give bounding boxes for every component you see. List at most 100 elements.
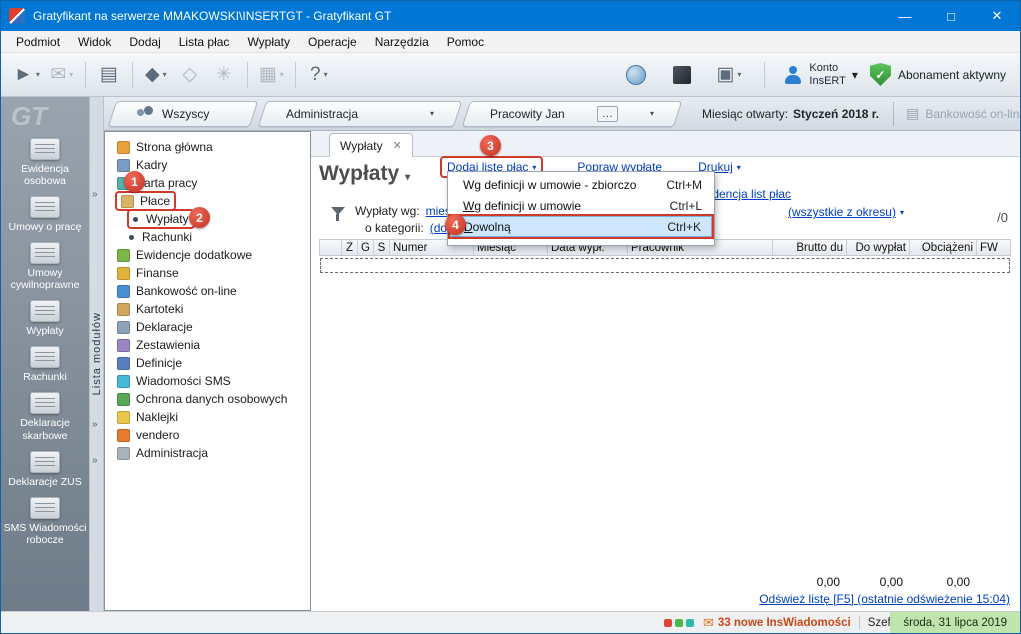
column-header-z[interactable]: Z <box>342 240 358 255</box>
tree-item-ochrona-danych[interactable]: Ochrona danych osobowych <box>105 390 310 408</box>
module-ewidencja-osobowa[interactable]: Ewidencja osobowa <box>3 138 87 187</box>
menu-podmiot[interactable]: Podmiot <box>7 32 69 52</box>
package-button[interactable] <box>665 58 699 92</box>
row-selector-header <box>320 240 342 255</box>
subscription-status[interactable]: ✓ Abonament aktywny <box>870 63 1006 86</box>
separator <box>893 102 894 126</box>
tree-item-place[interactable]: Płace <box>105 192 310 210</box>
payroll-icon <box>121 195 134 208</box>
minimize-button[interactable]: — <box>882 1 928 31</box>
tree-item-wiadomosci-sms[interactable]: Wiadomości SMS <box>105 372 310 390</box>
ins-messages-link[interactable]: 33 nowe InsWiadomości <box>718 617 851 629</box>
page-title[interactable]: Wypłaty ▾ <box>319 162 410 186</box>
toolbar-separator <box>247 62 248 88</box>
context-tab-wszyscy[interactable]: Wszyscy <box>112 101 254 127</box>
menu-item-wg-definicji[interactable]: Wg definicji w umowie Ctrl+L <box>450 195 712 216</box>
content-tab-wyplaty[interactable]: Wypłaty ✕ <box>329 133 413 157</box>
close-tab-icon[interactable]: ✕ <box>393 139 402 152</box>
tree-item-strona-glowna[interactable]: Strona główna <box>105 138 310 156</box>
help-button[interactable]: ? ▾ <box>302 58 336 92</box>
home-icon <box>117 141 130 154</box>
empty-focus-row[interactable] <box>320 258 1010 273</box>
tree-item-zestawienia[interactable]: Zestawienia <box>105 336 310 354</box>
browse-employee-button[interactable]: … <box>597 106 618 122</box>
open-month-label: Miesiąc otwarty: <box>702 107 788 121</box>
content-tab-label: Wypłaty <box>340 139 383 153</box>
chevron-right-icon: » <box>92 455 98 466</box>
app-icon <box>9 8 25 24</box>
module-deklaracje-skarbowe[interactable]: Deklaracje skarbowe <box>3 392 87 441</box>
online-services-button[interactable] <box>619 58 653 92</box>
module-sms-wiadomosci[interactable]: SMS Wiadomości robocze <box>3 497 87 546</box>
tag-button[interactable]: ◆ ▾ <box>139 58 173 92</box>
main-content: Wypłaty ✕ Wypłaty ▾ Dodaj listę płac ▾ P… <box>311 131 1020 611</box>
chevron-down-icon: ▾ <box>900 208 904 217</box>
menu-pomoc[interactable]: Pomoc <box>438 32 493 52</box>
toolbar-separator <box>295 62 296 88</box>
context-tab-administracja[interactable]: Administracja ▾ <box>262 101 458 127</box>
module-list-strip[interactable]: » Lista modułów » » <box>89 97 104 611</box>
tree-item-kartoteki[interactable]: Kartoteki <box>105 300 310 318</box>
menu-dodaj[interactable]: Dodaj <box>120 32 169 52</box>
tree-item-deklaracje[interactable]: Deklaracje <box>105 318 310 336</box>
column-header-brutto[interactable]: Brutto du <box>773 240 847 255</box>
refresh-list-link[interactable]: Odśwież listę [F5] (ostatnie odświeżenie… <box>759 592 1010 606</box>
documents-button[interactable]: ▤ <box>92 58 126 92</box>
contract-icon <box>30 196 60 218</box>
account-label-line2: InsERT <box>809 75 845 87</box>
tree-item-rachunki[interactable]: Rachunki <box>105 228 310 246</box>
column-header-do-wyplaty[interactable]: Do wypłat <box>847 240 910 255</box>
column-header-fw[interactable]: FW <box>977 240 1010 255</box>
menu-item-wg-definicji-zbiorczo[interactable]: Wg definicji w umowie - zbiorczo Ctrl+M <box>450 174 712 195</box>
column-header-obciazenia[interactable]: Obciążeni <box>910 240 977 255</box>
close-button[interactable]: ✕ <box>974 1 1020 31</box>
mail-button[interactable]: ✉ ▾ <box>45 58 79 92</box>
diamond-icon: ◆ <box>145 63 160 86</box>
module-wyplaty[interactable]: Wypłaty <box>3 300 87 337</box>
send-button[interactable]: ► ▾ <box>9 58 45 92</box>
tools-button[interactable]: ✳ <box>207 58 241 92</box>
module-rachunki[interactable]: Rachunki <box>3 346 87 383</box>
print-button[interactable]: ▦ ▾ <box>254 58 289 92</box>
context-tab-pracownik[interactable]: Pracowity Jan … ▾ <box>466 101 678 127</box>
module-deklaracje-zus[interactable]: Deklaracje ZUS <box>3 451 87 488</box>
menu-operacje[interactable]: Operacje <box>299 32 366 52</box>
toolbar-separator <box>132 62 133 88</box>
tree-item-bankowosc[interactable]: Bankowość on-line <box>105 282 310 300</box>
menu-shortcut: Ctrl+M <box>666 178 702 192</box>
tree-item-naklejki[interactable]: Naklejki <box>105 408 310 426</box>
step-badge-3: 3 <box>480 135 501 156</box>
column-header-s[interactable]: S <box>374 240 390 255</box>
period-filter-link[interactable]: (wszystkie z okresu) <box>788 205 896 219</box>
diamond-outline-icon: ◇ <box>183 63 198 86</box>
tree-item-administracja[interactable]: Administracja <box>105 444 310 462</box>
menu-widok[interactable]: Widok <box>69 32 120 52</box>
tree-item-definicje[interactable]: Definicje <box>105 354 310 372</box>
form-icon <box>117 321 130 334</box>
filter-funnel-icon[interactable] <box>331 207 345 215</box>
column-header-g[interactable]: G <box>358 240 374 255</box>
tree-item-label: Definicje <box>136 356 182 370</box>
chevron-down-icon: ▾ <box>280 70 284 79</box>
module-umowy-o-prace[interactable]: Umowy o pracę <box>3 196 87 233</box>
mail-icon: ✉ <box>50 63 66 86</box>
menu-item-dowolna[interactable]: Dowolną Ctrl+K <box>450 216 712 237</box>
record-counter: /0 <box>997 210 1008 225</box>
tag-icon <box>117 411 130 424</box>
workstation-button[interactable]: ▣ ▾ <box>711 58 746 92</box>
sheets-icon: ▤ <box>100 63 118 86</box>
insert-account-button[interactable]: Konto InsERT ▾ <box>783 62 858 87</box>
tree-item-finanse[interactable]: Finanse <box>105 264 310 282</box>
sum-brutto: 0,00 <box>770 575 844 589</box>
tree-item-ewidencje-dodatkowe[interactable]: Ewidencje dodatkowe <box>105 246 310 264</box>
module-umowy-cywilnoprawne[interactable]: Umowy cywilnoprawne <box>3 242 87 291</box>
tag-outline-button[interactable]: ◇ <box>173 58 207 92</box>
tree-item-label: Zestawienia <box>136 338 200 352</box>
menu-wyplaty[interactable]: Wypłaty <box>238 32 299 52</box>
menu-lista-plac[interactable]: Lista płac <box>170 32 239 52</box>
menu-narzedzia[interactable]: Narzędzia <box>366 32 438 52</box>
chat-icon <box>117 375 130 388</box>
menu-shortcut: Ctrl+L <box>670 199 702 213</box>
maximize-button[interactable]: □ <box>928 1 974 31</box>
tree-item-vendero[interactable]: vendero <box>105 426 310 444</box>
